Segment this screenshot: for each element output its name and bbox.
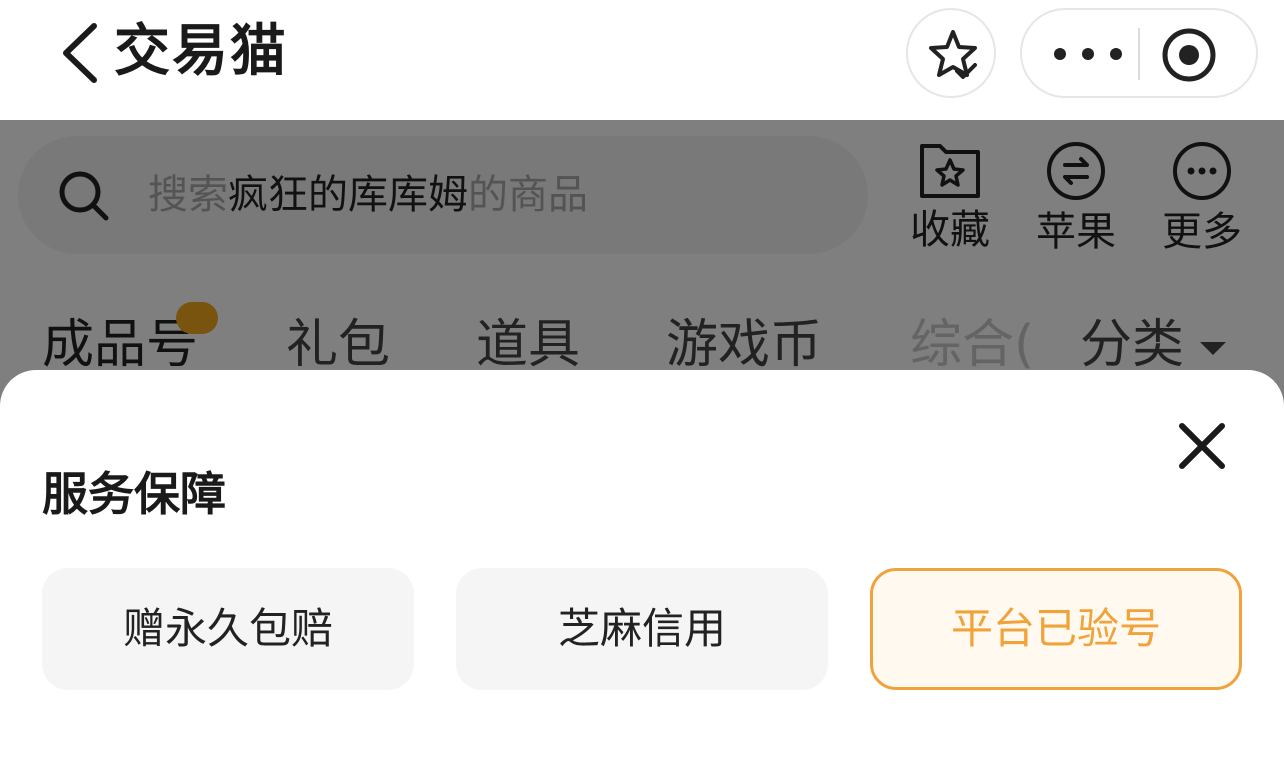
service-guarantee-sheet: 服务保障 赠永久包赔 芝麻信用 平台已验号: [0, 370, 1284, 764]
ellipsis-icon[interactable]: [1042, 30, 1134, 78]
top-nav-bar: 交易猫: [0, 0, 1284, 120]
target-circle-icon[interactable]: [1160, 26, 1218, 84]
favorite-button[interactable]: [906, 8, 996, 98]
option-permanent-compensation[interactable]: 赠永久包赔: [42, 568, 414, 690]
capsule-divider: [1138, 28, 1140, 80]
close-icon[interactable]: [1170, 414, 1234, 478]
option-sesame-credit[interactable]: 芝麻信用: [456, 568, 828, 690]
page-title: 交易猫: [114, 19, 288, 84]
option-platform-verified[interactable]: 平台已验号: [870, 568, 1242, 690]
miniapp-capsule: [1020, 8, 1258, 98]
chevron-left-icon[interactable]: [56, 22, 104, 84]
star-check-icon: [929, 30, 977, 79]
sheet-title: 服务保障: [42, 467, 226, 521]
